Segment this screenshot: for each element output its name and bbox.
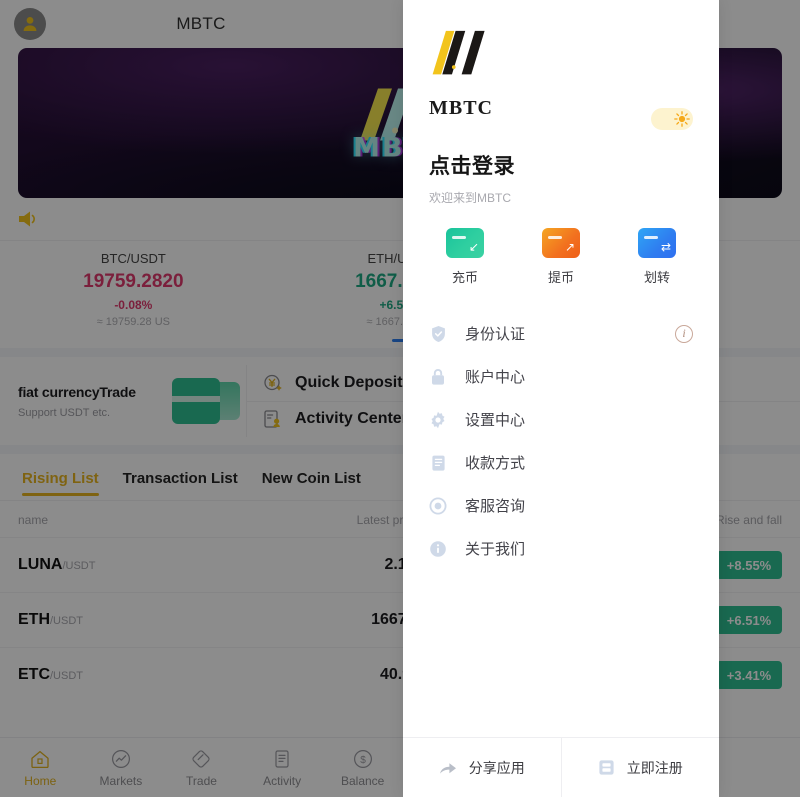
login-title: 点击登录 [429, 155, 515, 178]
drawer-menu-item-settings[interactable]: 设置中心 [403, 398, 719, 441]
share-arrow-icon [439, 762, 456, 774]
drawer-menu-item-account[interactable]: 账户中心 [403, 355, 719, 398]
clipboard-icon [429, 454, 447, 472]
drawer-menu-label: 客服咨询 [465, 498, 526, 515]
card-line [644, 236, 658, 239]
drawer-quick-actions: ↙ 充币 ↗ 提币 ⇄ 划转 [403, 228, 719, 286]
info-circle-icon [429, 540, 447, 558]
card-arrow: ⇄ [660, 240, 671, 254]
info-icon[interactable]: i [675, 324, 693, 343]
sun-icon [674, 111, 690, 127]
withdraw-card-icon: ↗ [542, 228, 580, 258]
drawer-menu-label: 设置中心 [465, 412, 526, 429]
drawer-footer: 分享应用 立即注册 [403, 737, 719, 797]
drawer-menu-label: 收款方式 [465, 455, 526, 472]
deposit-card-icon: ↙ [446, 228, 484, 258]
drawer-action-label: 划转 [643, 270, 670, 285]
drawer-menu-item-about[interactable]: 关于我们 [403, 527, 719, 570]
drawer-menu: 身份认证 i 账户中心 设置中心 收款方式 客服咨询 关于我们 [403, 312, 719, 570]
theme-toggle[interactable] [651, 108, 693, 130]
card-arrow: ↙ [468, 240, 479, 254]
lock-icon [429, 368, 447, 386]
card-line [548, 236, 562, 239]
drawer-menu-label: 身份认证 [465, 326, 526, 343]
transfer-card-icon: ⇄ [638, 228, 676, 258]
drawer-login-block[interactable]: 点击登录 欢迎来到MBTC [403, 150, 719, 206]
share-app-button[interactable]: 分享应用 [403, 738, 561, 797]
side-drawer: MBTC 点击登录 欢迎来到MBTC ↙ 充币 ↗ 提币 ⇄ 划转 身份认证 i… [403, 0, 719, 797]
drawer-action-transfer[interactable]: ⇄ 划转 [609, 228, 705, 286]
drawer-menu-label: 账户中心 [465, 369, 526, 386]
drawer-action-withdraw[interactable]: ↗ 提币 [513, 228, 609, 286]
login-subtitle: 欢迎来到MBTC [429, 191, 511, 205]
drawer-menu-item-identity[interactable]: 身份认证 i [403, 312, 719, 355]
drawer-menu-label: 关于我们 [465, 541, 526, 558]
drawer-action-label: 充币 [451, 270, 478, 285]
drawer-menu-item-support[interactable]: 客服咨询 [403, 484, 719, 527]
share-app-label: 分享应用 [468, 759, 525, 776]
mbtc-logo-icon [432, 30, 485, 75]
register-label: 立即注册 [626, 759, 683, 776]
card-arrow: ↗ [564, 240, 575, 254]
gear-icon [429, 411, 447, 429]
card-line [452, 236, 466, 239]
drawer-header: MBTC [403, 0, 719, 130]
register-icon [599, 760, 614, 775]
headset-support-icon [429, 497, 447, 515]
app-root: MBTC MBTC BTC/USDT 19759.2820 -0.08% ≈ 1… [0, 0, 800, 797]
register-button[interactable]: 立即注册 [560, 738, 720, 797]
drawer-action-label: 提币 [547, 270, 574, 285]
drawer-menu-item-payment[interactable]: 收款方式 [403, 441, 719, 484]
shield-check-icon [429, 325, 447, 343]
drawer-action-deposit[interactable]: ↙ 充币 [417, 228, 513, 286]
